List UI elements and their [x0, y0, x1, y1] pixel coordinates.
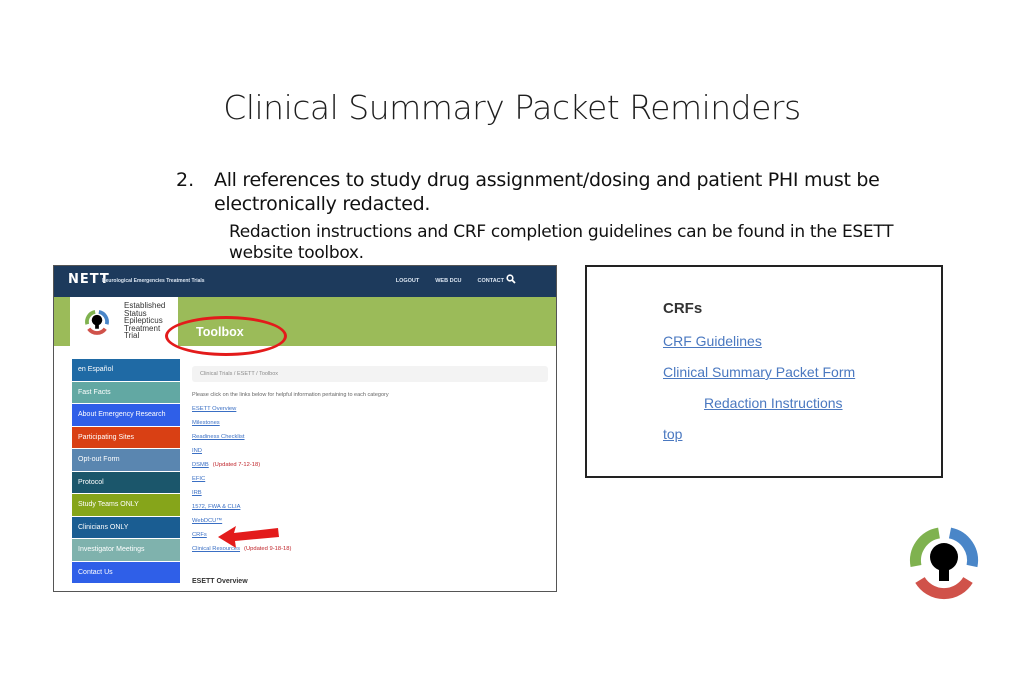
esett-wordmark: Established Status Epilepticus Treatment…: [124, 302, 165, 340]
site-nav: LOGOUT WEB DCU CONTACT: [396, 278, 504, 284]
toolbox-link-row: IND: [192, 444, 548, 458]
section-heading: ESETT Overview: [192, 578, 248, 585]
side-menu-item[interactable]: Study Teams ONLY: [72, 494, 180, 516]
toolbox-link-row: Readiness Checklist: [192, 430, 548, 444]
toolbox-link-row: 1572, FWA & CLIA: [192, 500, 548, 514]
side-menu-item[interactable]: About Emergency Research: [72, 404, 180, 426]
search-icon[interactable]: [506, 274, 516, 284]
side-menu-item[interactable]: Clinicians ONLY: [72, 516, 180, 538]
brand-line: Trial: [124, 331, 140, 340]
toolbox-link-row: Milestones: [192, 416, 548, 430]
toolbox-link[interactable]: 1572, FWA & CLIA: [192, 504, 240, 510]
nav-webdcu[interactable]: WEB DCU: [435, 278, 461, 284]
side-menu-item[interactable]: Investigator Meetings: [72, 539, 180, 561]
toolbox-link-row: DSMB (Updated 7-12-18): [192, 458, 548, 472]
toolbox-link[interactable]: IRB: [192, 490, 202, 496]
nett-subtitle: Neurological Emergencies Treatment Trial…: [102, 278, 205, 284]
red-arrow-icon: [218, 526, 279, 548]
crf-panel: CRFs CRF Guidelines Clinical Summary Pac…: [585, 265, 943, 478]
esett-brand[interactable]: Established Status Epilepticus Treatment…: [70, 297, 178, 346]
side-menu-item[interactable]: Fast Facts: [72, 381, 180, 403]
breadcrumb: Clinical Trials / ESETT / Toolbox: [192, 366, 548, 382]
side-menu: en Español Fast Facts About Emergency Rese…: [72, 359, 180, 584]
toolbox-link[interactable]: ESETT Overview: [192, 406, 236, 412]
nav-contact[interactable]: CONTACT: [478, 278, 504, 284]
redaction-instructions-link[interactable]: Redaction Instructions: [704, 395, 843, 411]
toolbox-link[interactable]: IND: [192, 448, 202, 454]
toolbox-link-row: ESETT Overview: [192, 402, 548, 416]
sub-bullet-text: Redaction instructions and CRF completio…: [229, 222, 894, 263]
toolbox-link[interactable]: Milestones: [192, 420, 220, 426]
website-screenshot: NETT Neurological Emergencies Treatment …: [53, 265, 557, 592]
page-banner: Established Status Epilepticus Treatment…: [54, 297, 556, 346]
toolbox-link[interactable]: Readiness Checklist: [192, 434, 245, 440]
bullet-item: 2. All references to study drug assignme…: [176, 168, 896, 216]
esett-logo-icon: [85, 310, 109, 335]
side-menu-item[interactable]: Contact Us: [72, 561, 180, 583]
side-menu-item[interactable]: en Español: [72, 359, 180, 381]
side-menu-item[interactable]: Opt-out Form: [72, 449, 180, 471]
clinical-summary-packet-form-link[interactable]: Clinical Summary Packet Form: [663, 364, 855, 380]
highlight-ellipse: [165, 316, 287, 356]
toolbox-link-row: IRB: [192, 486, 548, 500]
bullet-number: 2.: [176, 169, 195, 191]
side-menu-item[interactable]: Protocol: [72, 471, 180, 493]
nav-logout[interactable]: LOGOUT: [396, 278, 420, 284]
intro-text: Please click on the links below for help…: [192, 392, 389, 398]
esett-logo-icon: [910, 527, 979, 600]
top-link[interactable]: top: [663, 426, 682, 442]
site-header: NETT Neurological Emergencies Treatment …: [54, 266, 556, 297]
slide-title: Clinical Summary Packet Reminders: [223, 88, 801, 127]
update-note: (Updated 7-12-18): [212, 462, 261, 468]
side-menu-item[interactable]: Participating Sites: [72, 426, 180, 448]
toolbox-link[interactable]: DSMB: [192, 462, 209, 468]
bullet-text: All references to study drug assignment/…: [214, 169, 880, 215]
crf-title: CRFs: [663, 300, 703, 317]
crf-guidelines-link[interactable]: CRF Guidelines: [663, 333, 762, 349]
toolbox-link[interactable]: EFIC: [192, 476, 205, 482]
toolbox-link[interactable]: CRFs: [192, 532, 207, 538]
toolbox-link-row: EFIC: [192, 472, 548, 486]
